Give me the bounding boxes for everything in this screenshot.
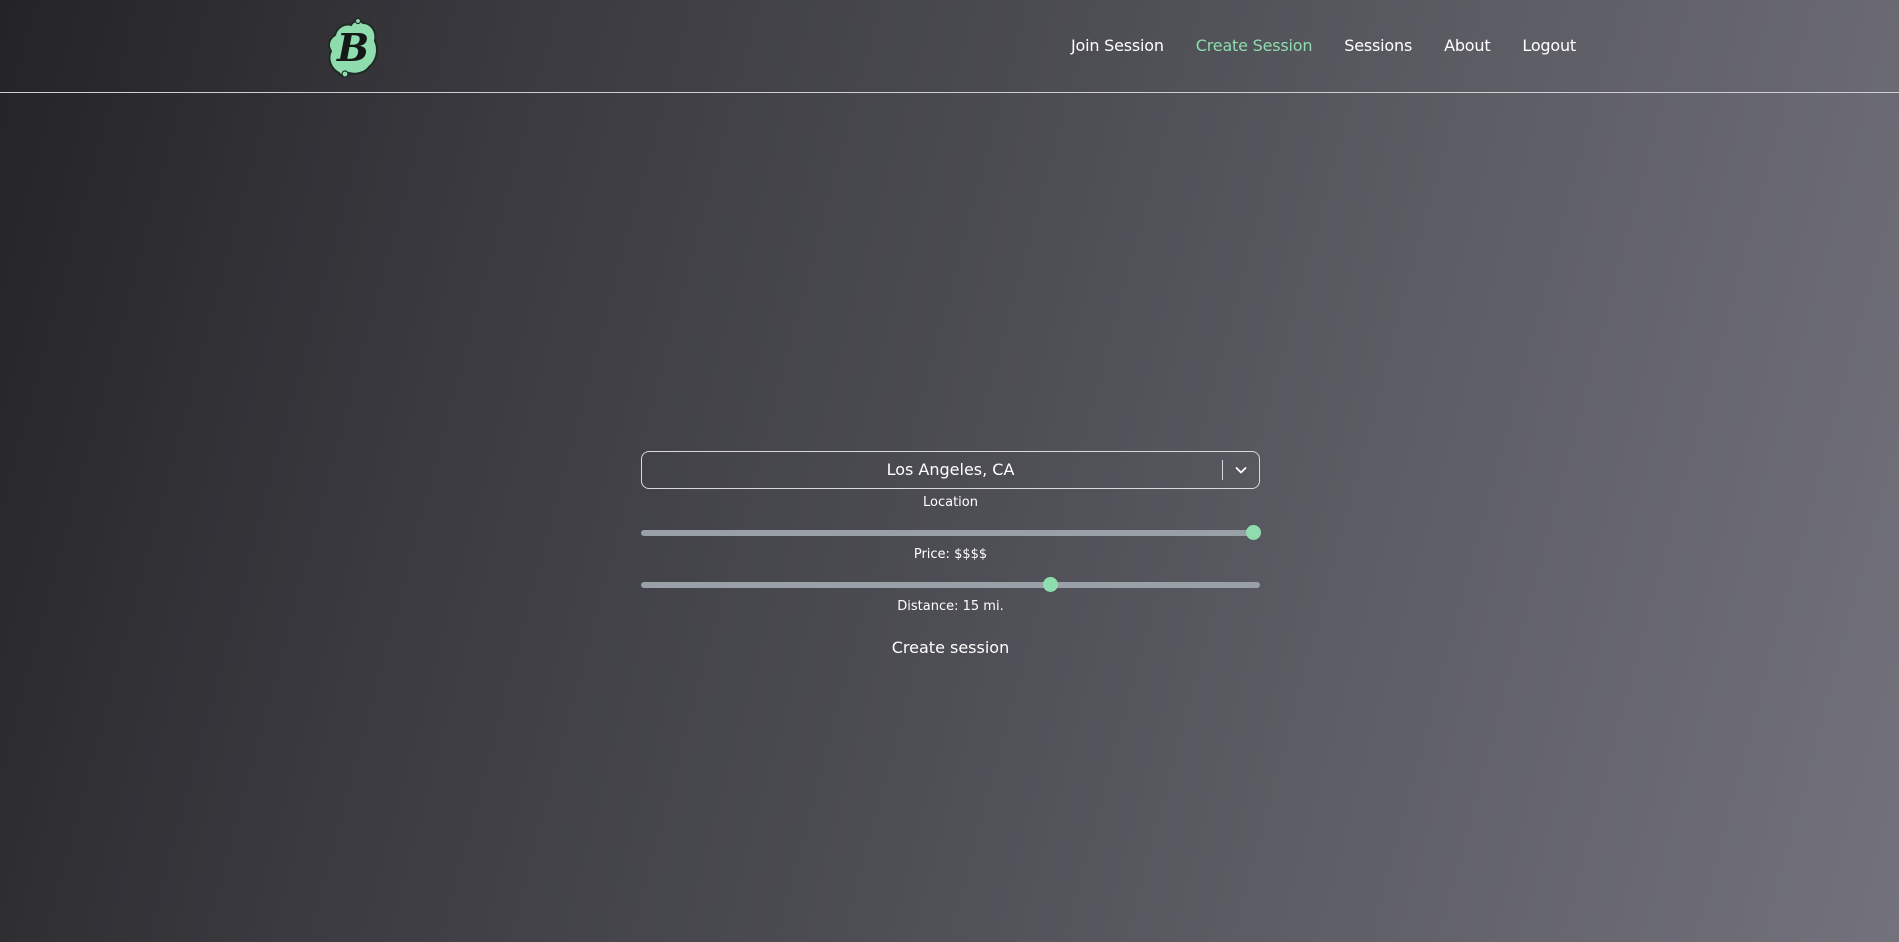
- main-nav: Join Session Create Session Sessions Abo…: [1071, 36, 1576, 55]
- top-navbar: B Join Session Create Session Sessions A…: [0, 0, 1899, 93]
- select-separator: [1222, 460, 1223, 480]
- b-logo-icon[interactable]: B: [325, 17, 381, 78]
- location-caption: Location: [923, 495, 978, 510]
- distance-caption: Distance: 15 mi.: [897, 599, 1004, 614]
- nav-join-session[interactable]: Join Session: [1071, 36, 1164, 55]
- price-slider-thumb[interactable]: [1246, 525, 1261, 540]
- svg-text:B: B: [336, 25, 369, 70]
- create-session-form: Los Angeles, CA Location Price: $$$$ Dis…: [641, 451, 1261, 661]
- price-caption: Price: $$$$: [913, 547, 988, 562]
- price-slider[interactable]: [641, 525, 1261, 541]
- nav-about[interactable]: About: [1444, 36, 1491, 55]
- nav-sessions[interactable]: Sessions: [1344, 36, 1412, 55]
- nav-logout[interactable]: Logout: [1522, 36, 1576, 55]
- distance-slider-track: [641, 582, 1260, 588]
- create-session-button[interactable]: Create session: [882, 634, 1019, 661]
- distance-slider[interactable]: [641, 577, 1260, 593]
- location-select[interactable]: Los Angeles, CA: [641, 451, 1260, 489]
- price-slider-track: [641, 530, 1260, 536]
- distance-slider-thumb[interactable]: [1042, 577, 1058, 592]
- location-value: Los Angeles, CA: [886, 460, 1015, 479]
- nav-create-session[interactable]: Create Session: [1196, 36, 1313, 55]
- chevron-down-icon[interactable]: [1232, 461, 1250, 479]
